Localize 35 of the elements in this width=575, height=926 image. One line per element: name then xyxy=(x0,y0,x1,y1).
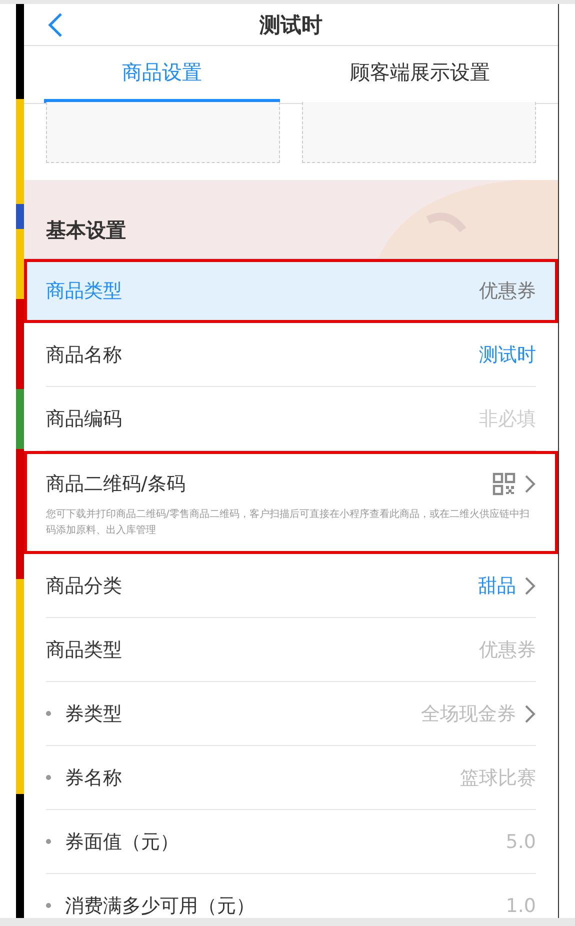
form-row[interactable]: 商品二维码/条码 您可下载并打印商品二维码/零售商品二维码，客户扫描后可直接在小程序查看此商品，或在二维火供应链中扫码添加原料、出入库管理 xyxy=(24,451,558,554)
form-row[interactable]: 券面值（元） 5.0 xyxy=(24,810,558,874)
chevron-right-icon[interactable] xyxy=(524,474,536,494)
row-value: 1.0 xyxy=(506,894,536,916)
form-row[interactable]: 商品类型 优惠券 xyxy=(24,259,558,323)
form-row[interactable]: 券名称 篮球比赛 xyxy=(24,746,558,810)
row-label: 消费满多少可用（元） xyxy=(65,894,255,918)
back-icon xyxy=(47,12,63,38)
qr-code-icon[interactable] xyxy=(492,472,516,496)
row-label: 券名称 xyxy=(65,766,122,790)
row-value: 篮球比赛 xyxy=(460,766,536,790)
row-label: 商品类型 xyxy=(46,278,122,304)
row-label: 券类型 xyxy=(65,702,122,726)
row-label: 券面值（元） xyxy=(65,830,179,854)
row-label: 商品分类 xyxy=(46,574,122,598)
row-value: 测试时 xyxy=(479,342,536,368)
row-label: 商品名称 xyxy=(46,342,122,368)
row-value: 优惠券 xyxy=(479,638,536,662)
form-row[interactable]: 商品类型 优惠券 xyxy=(24,618,558,682)
row-value: 全场现金券 xyxy=(421,702,516,726)
chevron-right-icon[interactable] xyxy=(524,576,536,596)
form-row[interactable]: 券类型 全场现金券 xyxy=(24,682,558,746)
help-text: 您可下载并打印商品二维码/零售商品二维码，客户扫描后可直接在小程序查看此商品，或在二维火供应链中扫码添加原料、出入库管理 xyxy=(46,507,536,554)
chevron-right-icon[interactable] xyxy=(524,704,536,724)
tab[interactable]: 顾客端展示设置 xyxy=(302,46,538,103)
row-value: 优惠券 xyxy=(479,278,536,304)
row-label: 商品编码 xyxy=(46,406,122,432)
form-row[interactable]: 商品分类 甜品 xyxy=(24,554,558,618)
section-title: 基本设置 xyxy=(46,217,126,244)
row-label: 商品二维码/条码 xyxy=(46,472,186,497)
page-title: 测试时 xyxy=(260,12,322,38)
row-value: 甜品 xyxy=(478,574,516,598)
row-value: 5.0 xyxy=(506,830,536,852)
row-label: 商品类型 xyxy=(46,638,122,662)
form-row[interactable]: 商品名称 测试时 xyxy=(24,323,558,387)
